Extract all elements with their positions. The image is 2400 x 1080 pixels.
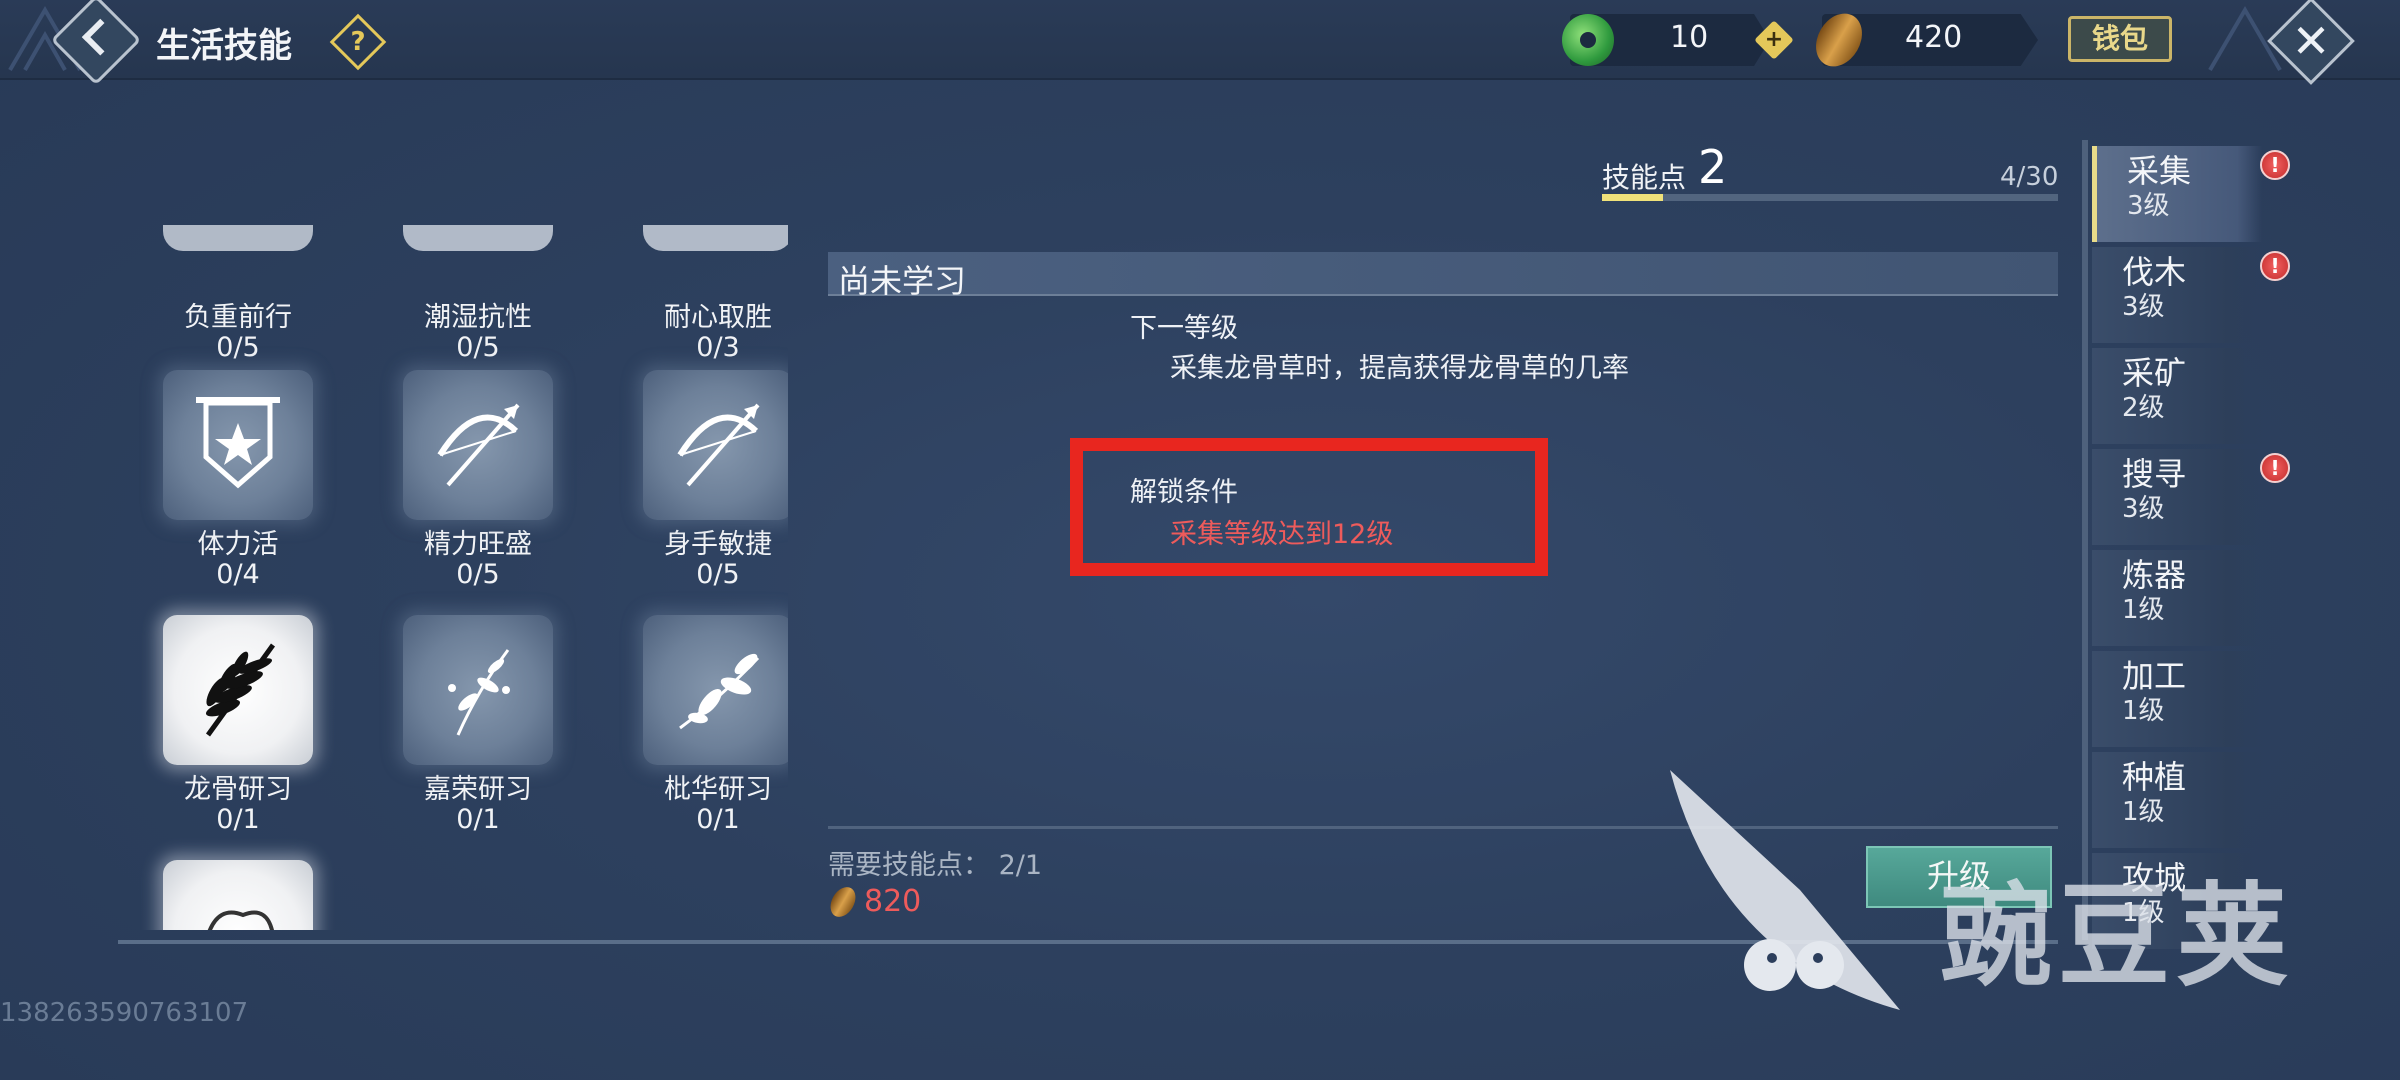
skill-item[interactable]: 潮湿抗性 0/5 (358, 293, 598, 363)
skill-name: 嘉荣研习 (424, 774, 532, 805)
category-item-5[interactable]: 加工 1级 (2092, 651, 2262, 747)
category-level: 1级 (2122, 595, 2165, 625)
skill-grid: 负重前行 0/5 潮湿抗性 0/5 耐心取胜 0/3 体力活 0/4 精力旺盛 … (118, 225, 788, 930)
alert-icon: ! (2260, 453, 2290, 483)
skill-item[interactable]: 身手敏捷 0/5 (598, 370, 788, 590)
add-currency-button[interactable]: + (1754, 20, 1794, 60)
watermark-logo-text: 豌豆荚 (1940, 872, 2294, 1002)
required-skill-points: 需要技能点： 2/1 (828, 850, 1043, 881)
skill-item[interactable]: 嘉荣研习 0/1 (358, 615, 598, 835)
category-level: 3级 (2127, 191, 2170, 221)
bow-arrow-icon (643, 370, 788, 520)
skill-name: 体力活 (197, 529, 279, 560)
skill-icon-partial (403, 225, 553, 251)
seed-currency-value: 420 (1905, 20, 1963, 55)
skill-level: 0/3 (696, 332, 740, 363)
skill-level: 0/4 (216, 559, 260, 590)
skill-icon-partial (163, 225, 313, 251)
herb-sprig-icon (403, 615, 553, 765)
category-level: 3级 (2122, 494, 2165, 524)
skill-item[interactable]: 枇华研习 0/1 (598, 615, 788, 835)
skill-level: 0/1 (696, 804, 740, 835)
plus-icon: + (1764, 27, 1784, 52)
unlock-condition-label: 解锁条件 (1130, 477, 1238, 508)
skill-item[interactable]: 体力活 0/4 (118, 370, 358, 590)
banner-star-icon (163, 370, 313, 520)
skill-level: 0/1 (456, 804, 500, 835)
fern-icon (163, 615, 313, 765)
category-name: 采矿 (2122, 354, 2187, 392)
skill-status: 尚未学习 (838, 262, 967, 300)
skill-points-progress-text: 4/30 (2000, 162, 2059, 192)
category-name: 采集 (2127, 152, 2192, 190)
skill-name: 龙骨研习 (184, 774, 292, 805)
skill-name: 耐心取胜 (664, 302, 772, 333)
skill-level: 0/5 (456, 332, 500, 363)
skill-level: 0/5 (216, 332, 260, 363)
question-icon: ? (350, 27, 366, 57)
category-item-2[interactable]: 采矿 2级 (2092, 348, 2262, 444)
category-name: 加工 (2122, 657, 2187, 695)
next-level-label: 下一等级 (1130, 313, 1238, 344)
skill-item[interactable]: 负重前行 0/5 (118, 293, 358, 363)
jade-coin-icon (1562, 14, 1614, 66)
skill-points-value: 2 (1698, 140, 1728, 194)
skill-name: 负重前行 (184, 302, 292, 333)
category-level: 2级 (2122, 393, 2165, 423)
skill-item[interactable]: 耐心取胜 0/3 (598, 293, 788, 363)
next-level-description: 采集龙骨草时，提高获得龙骨草的几率 (1170, 353, 1629, 384)
chevron-left-icon (81, 18, 119, 56)
skill-status-header: 尚未学习 (828, 252, 2058, 300)
category-item-1[interactable]: 伐木 3级! (2092, 247, 2290, 343)
category-item-0[interactable]: 采集 3级! (2092, 146, 2290, 242)
skill-name: 枇华研习 (664, 774, 772, 805)
wallet-button[interactable]: 钱包 (2068, 16, 2172, 62)
page-title: 生活技能 (156, 26, 292, 66)
skill-item-selected[interactable]: 龙骨研习 0/1 (118, 615, 358, 835)
category-name: 伐木 (2122, 253, 2187, 291)
category-level: 3级 (2122, 292, 2165, 322)
skill-icon-partial (643, 225, 788, 251)
skill-level: 0/1 (216, 804, 260, 835)
skill-name: 精力旺盛 (424, 529, 532, 560)
skill-name: 潮湿抗性 (424, 302, 532, 333)
category-item-3[interactable]: 搜寻 3级! (2092, 449, 2290, 545)
alert-icon: ! (2260, 150, 2290, 180)
skill-points-progress-bar (1602, 194, 2058, 201)
skill-item-partial[interactable] (118, 860, 358, 930)
bow-arrow-icon (403, 370, 553, 520)
skill-level: 0/5 (696, 559, 740, 590)
watermark-id: 138263590763107 (0, 998, 249, 1028)
leaf-branch-icon (643, 615, 788, 765)
category-name: 炼器 (2122, 556, 2187, 594)
jade-currency-value: 10 (1670, 20, 1709, 55)
close-icon: ✕ (2291, 14, 2331, 68)
skill-points-progress-fill (1602, 194, 1663, 201)
category-item-4[interactable]: 炼器 1级 (2092, 550, 2262, 646)
category-name: 搜寻 (2122, 455, 2187, 493)
category-level: 1级 (2122, 696, 2165, 726)
unlock-condition-text: 采集等级达到12级 (1170, 519, 1394, 550)
alert-icon: ! (2260, 251, 2290, 281)
upgrade-cost: 820 (864, 884, 922, 919)
skill-name: 身手敏捷 (664, 529, 772, 560)
skill-item[interactable]: 精力旺盛 0/5 (358, 370, 598, 590)
cloud-icon (163, 860, 313, 930)
skill-level: 0/5 (456, 559, 500, 590)
skill-points-label: 技能点 (1602, 161, 1687, 194)
